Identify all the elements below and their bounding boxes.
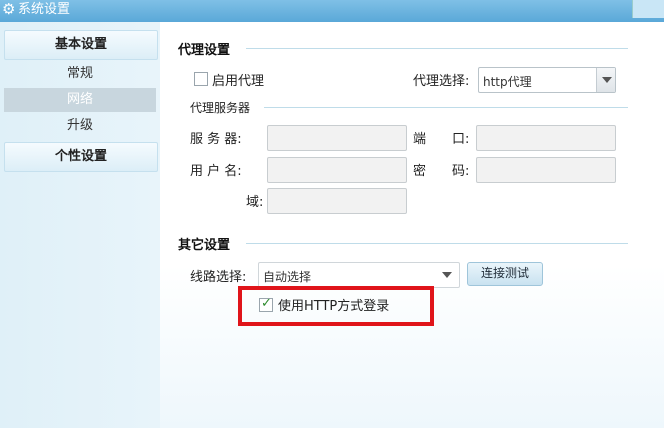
- settings-sidebar: 基本设置 常规 网络 升级 个性设置: [0, 22, 161, 428]
- sidebar-item-upgrade[interactable]: 升级: [4, 114, 156, 138]
- sidebar-item-general[interactable]: 常规: [4, 62, 156, 86]
- proxy-section-title: 代理设置: [178, 43, 231, 58]
- domain-input[interactable]: [267, 188, 407, 214]
- domain-label: 域:: [246, 195, 264, 210]
- section-divider: [246, 48, 628, 49]
- password-input[interactable]: [476, 157, 616, 183]
- server-input[interactable]: [267, 125, 407, 151]
- subsection-divider: [264, 107, 628, 108]
- settings-content: 代理设置 启用代理 代理选择: http代理 代理服务器 服 务 器: 端 口:…: [160, 22, 664, 428]
- window-title: 系统设置: [18, 2, 71, 17]
- chevron-down-icon: [602, 77, 612, 83]
- enable-proxy-label: 启用代理: [212, 74, 265, 89]
- port-input[interactable]: [476, 125, 616, 151]
- dropdown-button[interactable]: [596, 68, 615, 92]
- route-value: 自动选择: [263, 270, 312, 284]
- sidebar-section-personal[interactable]: 个性设置: [4, 142, 158, 172]
- sidebar-item-network[interactable]: 网络: [4, 88, 156, 112]
- enable-proxy-checkbox[interactable]: [194, 72, 208, 86]
- other-section-title: 其它设置: [178, 238, 231, 253]
- route-label: 线路选择:: [190, 270, 247, 285]
- username-label: 用 户 名:: [190, 164, 242, 179]
- server-label: 服 务 器:: [190, 132, 242, 147]
- http-login-checkbox[interactable]: ✓: [259, 296, 273, 312]
- proxy-type-select[interactable]: http代理: [478, 67, 616, 93]
- proxy-type-label: 代理选择:: [413, 74, 470, 89]
- connection-test-button[interactable]: 连接测试: [467, 262, 543, 286]
- proxy-server-subtitle: 代理服务器: [190, 101, 251, 115]
- chevron-down-icon[interactable]: [442, 272, 452, 278]
- window-control-button[interactable]: [632, 0, 664, 18]
- port-label: 端 口:: [413, 132, 470, 147]
- title-bar: ⚙ 系统设置: [0, 0, 664, 22]
- password-label: 密 码:: [413, 164, 470, 179]
- proxy-type-value: http代理: [483, 75, 532, 89]
- http-login-label: 使用HTTP方式登录: [278, 299, 390, 314]
- gear-icon: ⚙: [2, 0, 16, 18]
- username-input[interactable]: [267, 157, 407, 183]
- sidebar-section-basic[interactable]: 基本设置: [4, 30, 158, 60]
- route-select[interactable]: 自动选择: [258, 262, 460, 288]
- checkmark-icon: ✓: [261, 296, 272, 311]
- section-divider: [246, 243, 628, 244]
